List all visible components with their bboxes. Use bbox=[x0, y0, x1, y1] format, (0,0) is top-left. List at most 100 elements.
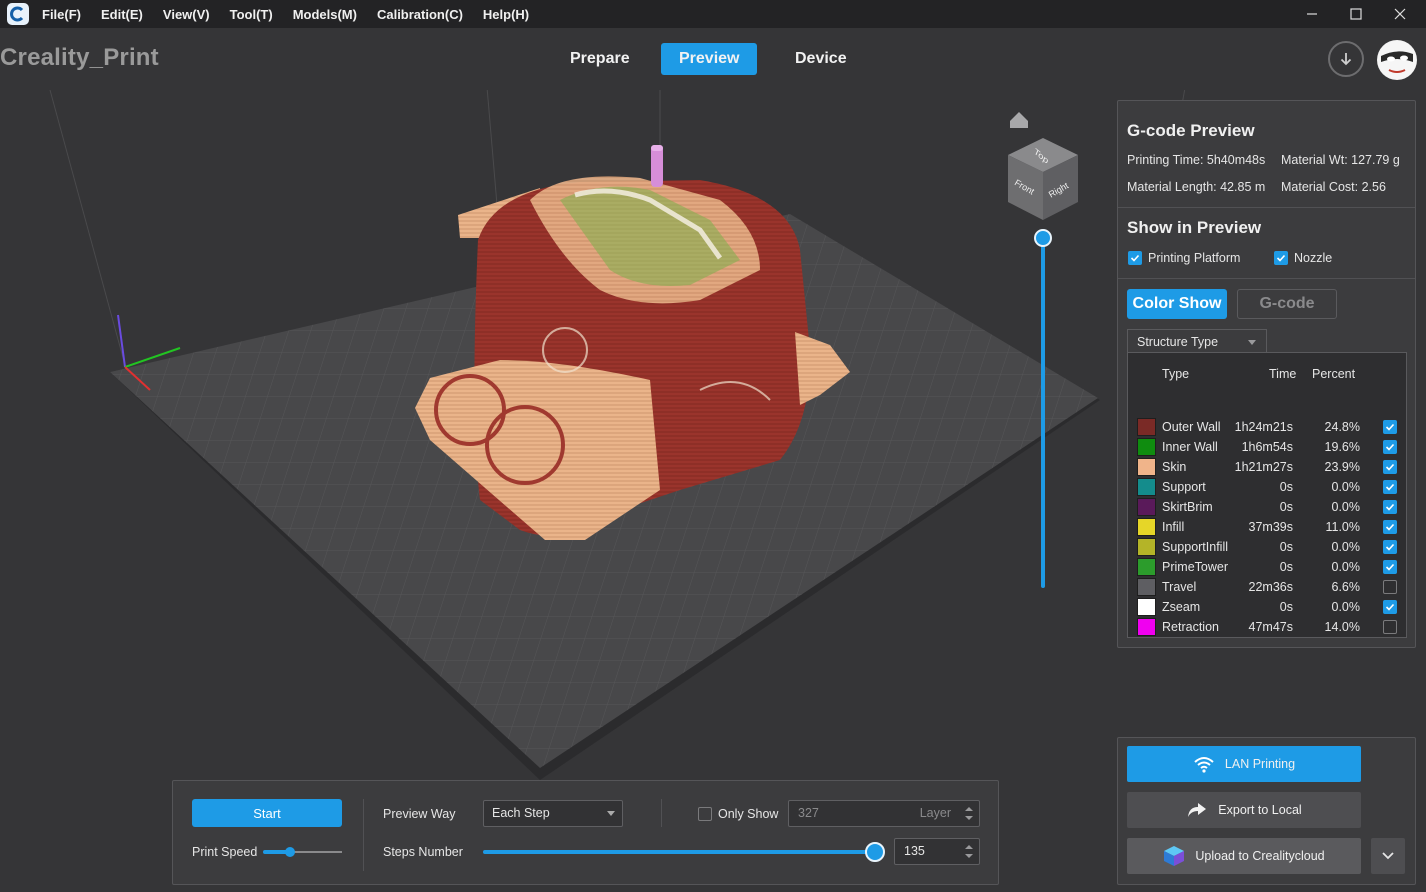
minimize-button[interactable] bbox=[1290, 0, 1334, 28]
printing-platform-label: Printing Platform bbox=[1148, 251, 1241, 265]
menu-edit[interactable]: Edit(E) bbox=[101, 7, 143, 22]
color-swatch[interactable] bbox=[1137, 498, 1156, 516]
checkbox-checked-icon[interactable] bbox=[1383, 480, 1397, 494]
checkbox-checked-icon[interactable] bbox=[1128, 251, 1142, 265]
checkbox-unchecked-icon[interactable] bbox=[1383, 580, 1397, 594]
increment-icon[interactable] bbox=[965, 807, 973, 811]
show-in-preview-title: Show in Preview bbox=[1127, 218, 1262, 237]
decrement-icon[interactable] bbox=[965, 816, 973, 820]
menu-tool[interactable]: Tool(T) bbox=[230, 7, 273, 22]
user-avatar[interactable] bbox=[1377, 40, 1417, 80]
upload-cloud-button[interactable]: Upload to Crealitycloud bbox=[1127, 838, 1361, 874]
checkbox-unchecked-icon[interactable] bbox=[698, 807, 712, 821]
structure-type-name: Infill bbox=[1162, 520, 1185, 534]
decrement-icon[interactable] bbox=[965, 854, 973, 858]
download-button[interactable] bbox=[1328, 41, 1364, 77]
structure-time: 0s bbox=[1279, 540, 1293, 554]
color-swatch[interactable] bbox=[1137, 458, 1156, 476]
color-swatch[interactable] bbox=[1137, 418, 1156, 436]
color-swatch[interactable] bbox=[1137, 558, 1156, 576]
app-brand: Creality_Print bbox=[0, 44, 159, 71]
structure-percent: 0.0% bbox=[1331, 560, 1361, 574]
checkbox-checked-icon[interactable] bbox=[1383, 460, 1397, 474]
menu-view[interactable]: View(V) bbox=[163, 7, 210, 22]
preview-way-value: Each Step bbox=[492, 806, 550, 820]
structure-time: 0s bbox=[1279, 480, 1293, 494]
structure-row-retraction: Retraction 47m47s 14.0% bbox=[1128, 617, 1406, 637]
checkbox-checked-icon[interactable] bbox=[1383, 540, 1397, 554]
color-swatch[interactable] bbox=[1137, 578, 1156, 596]
checkbox-checked-icon[interactable] bbox=[1383, 600, 1397, 614]
menu-help[interactable]: Help(H) bbox=[483, 7, 529, 22]
export-local-button[interactable]: Export to Local bbox=[1127, 792, 1361, 828]
menu-models[interactable]: Models(M) bbox=[293, 7, 357, 22]
arrow-down-icon bbox=[1340, 53, 1352, 66]
structure-percent: 19.6% bbox=[1324, 440, 1360, 454]
color-swatch[interactable] bbox=[1137, 478, 1156, 496]
color-swatch[interactable] bbox=[1137, 538, 1156, 556]
structure-time: 0s bbox=[1279, 500, 1293, 514]
tab-prepare[interactable]: Prepare bbox=[552, 43, 648, 75]
tab-preview[interactable]: Preview bbox=[661, 43, 758, 75]
checkbox-checked-icon[interactable] bbox=[1383, 560, 1397, 574]
layer-slider-track[interactable] bbox=[1041, 238, 1045, 588]
nozzle-toggle[interactable]: Nozzle bbox=[1274, 251, 1332, 265]
steps-number-label: Steps Number bbox=[383, 845, 463, 859]
preview-way-select[interactable]: Each Step bbox=[483, 800, 623, 827]
export-panel: LAN Printing Export to Local Upload to C… bbox=[1117, 737, 1416, 885]
structure-percent: 24.8% bbox=[1324, 420, 1360, 434]
upload-cloud-label: Upload to Crealitycloud bbox=[1195, 849, 1325, 863]
layer-slider-handle[interactable] bbox=[1034, 229, 1052, 247]
maximize-button[interactable] bbox=[1334, 0, 1378, 28]
layer-number-input[interactable]: 327 Layer bbox=[788, 800, 980, 827]
checkbox-checked-icon[interactable] bbox=[1274, 251, 1288, 265]
checkbox-checked-icon[interactable] bbox=[1383, 420, 1397, 434]
structure-time: 1h21m27s bbox=[1234, 460, 1293, 474]
gcode-button[interactable]: G-code bbox=[1237, 289, 1337, 319]
lan-printing-button[interactable]: LAN Printing bbox=[1127, 746, 1361, 782]
export-local-label: Export to Local bbox=[1218, 803, 1302, 817]
only-show-label: Only Show bbox=[718, 807, 779, 821]
structure-percent: 0.0% bbox=[1331, 540, 1361, 554]
color-swatch[interactable] bbox=[1137, 518, 1156, 536]
checkbox-unchecked-icon[interactable] bbox=[1383, 620, 1397, 634]
menu-file[interactable]: File(F) bbox=[42, 7, 81, 22]
material-length: Material Length: 42.85 m bbox=[1127, 180, 1266, 194]
color-swatch[interactable] bbox=[1137, 438, 1156, 456]
app-logo-icon bbox=[7, 3, 29, 25]
tab-device[interactable]: Device bbox=[777, 43, 865, 75]
printing-platform-toggle[interactable]: Printing Platform bbox=[1128, 251, 1240, 265]
structure-row-skirtbrim: SkirtBrim 0s 0.0% bbox=[1128, 497, 1406, 517]
home-icon[interactable] bbox=[1006, 108, 1032, 134]
structure-percent: 23.9% bbox=[1324, 460, 1360, 474]
structure-row-inner wall: Inner Wall 1h6m54s 19.6% bbox=[1128, 437, 1406, 457]
structure-percent: 6.6% bbox=[1331, 580, 1361, 594]
structure-type-name: SupportInfill bbox=[1162, 540, 1229, 554]
gcode-preview-panel: G-code Preview Printing Time: 5h40m48s M… bbox=[1117, 100, 1416, 648]
menu-calibration[interactable]: Calibration(C) bbox=[377, 7, 463, 22]
checkbox-checked-icon[interactable] bbox=[1383, 520, 1397, 534]
printing-time: Printing Time: 5h40m48s bbox=[1127, 153, 1266, 167]
only-show-toggle[interactable]: Only Show bbox=[698, 807, 778, 821]
print-speed-track[interactable] bbox=[291, 851, 342, 853]
checkbox-checked-icon[interactable] bbox=[1383, 500, 1397, 514]
color-swatch[interactable] bbox=[1137, 598, 1156, 616]
color-show-button[interactable]: Color Show bbox=[1127, 289, 1227, 319]
color-swatch[interactable] bbox=[1137, 618, 1156, 636]
lan-printing-label: LAN Printing bbox=[1224, 757, 1296, 771]
header-time: Time bbox=[1269, 367, 1297, 381]
close-button[interactable] bbox=[1378, 0, 1422, 28]
increment-icon[interactable] bbox=[965, 845, 973, 849]
steps-number-track[interactable] bbox=[483, 850, 875, 854]
divider bbox=[661, 799, 662, 827]
checkbox-checked-icon[interactable] bbox=[1383, 440, 1397, 454]
more-options-button[interactable] bbox=[1371, 838, 1405, 874]
structure-type-dropdown[interactable]: Structure Type bbox=[1127, 329, 1267, 353]
print-speed-handle[interactable] bbox=[285, 847, 295, 857]
structure-row-infill: Infill 37m39s 11.0% bbox=[1128, 517, 1406, 537]
steps-number-input[interactable]: 135 bbox=[894, 838, 980, 865]
start-button[interactable]: Start bbox=[192, 799, 342, 827]
structure-row-supportinfill: SupportInfill 0s 0.0% bbox=[1128, 537, 1406, 557]
steps-number-handle[interactable] bbox=[865, 842, 885, 862]
structure-percent: 0.0% bbox=[1331, 480, 1361, 494]
